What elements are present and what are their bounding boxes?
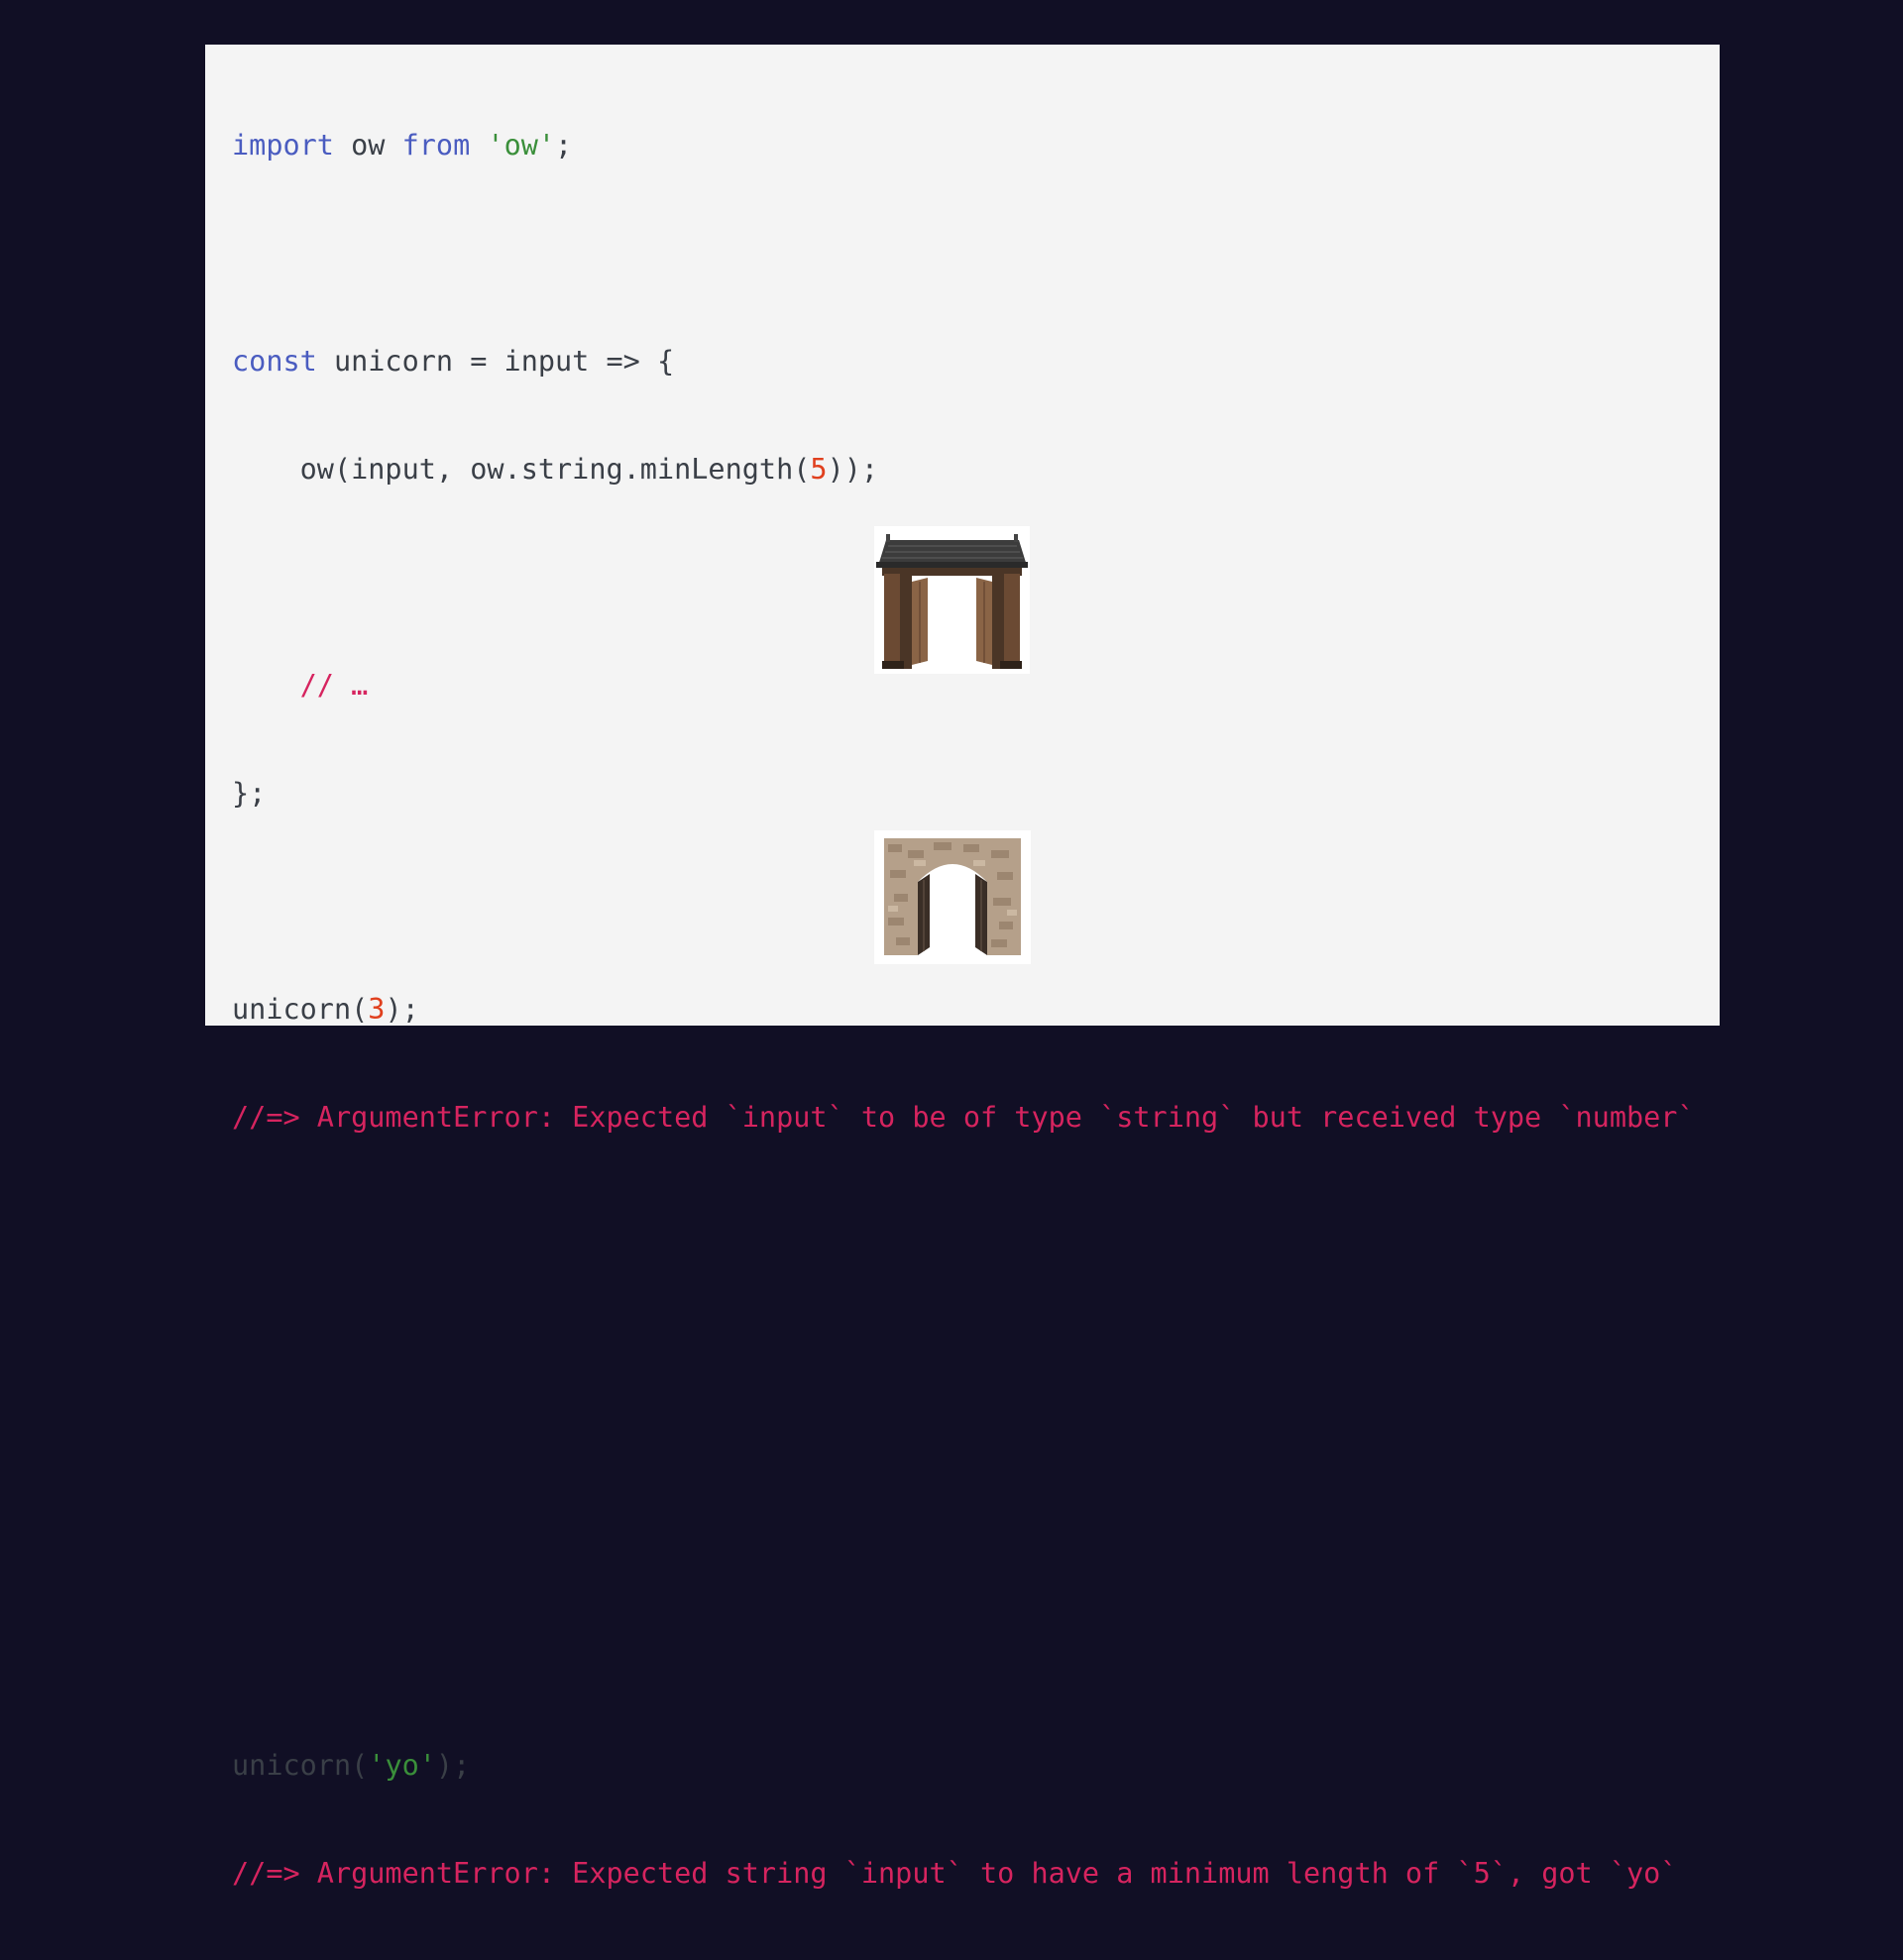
code-line-close: }; bbox=[232, 777, 267, 810]
wooden-gate-icon bbox=[874, 526, 1030, 674]
string-literal: 'yo' bbox=[368, 1749, 436, 1782]
keyword: import bbox=[232, 129, 334, 162]
code-block: import ow from 'ow'; const unicorn = inp… bbox=[232, 58, 1695, 1960]
code-text: ow bbox=[333, 129, 402, 162]
stone-gate-icon bbox=[874, 830, 1031, 964]
keyword: from bbox=[401, 129, 471, 162]
code-text: ; bbox=[555, 129, 573, 162]
string-literal: 'ow' bbox=[487, 129, 556, 162]
number-literal: 3 bbox=[368, 993, 386, 1026]
code-line-call-2: unicorn('yo'); bbox=[232, 1744, 1695, 1787]
code-text: ); bbox=[435, 1749, 471, 1782]
code-text: unicorn( bbox=[232, 993, 369, 1026]
keyword: const bbox=[232, 345, 317, 378]
slide: import ow from 'ow'; const unicorn = inp… bbox=[205, 45, 1720, 1890]
number-literal: 5 bbox=[810, 453, 828, 486]
code-text: ); bbox=[385, 993, 419, 1026]
code-line-import: import ow from 'ow'; bbox=[232, 124, 1695, 166]
code-text: unicorn( bbox=[232, 1749, 369, 1782]
code-line-const: const unicorn = input => { bbox=[232, 340, 1695, 382]
code-line-ow-call: ow(input, ow.string.minLength(5)); bbox=[232, 448, 1695, 490]
code-text: unicorn = input => { bbox=[316, 345, 675, 378]
code-text: ow(input, ow.string.minLength( bbox=[232, 453, 811, 486]
error-message-1: //=> ArgumentError: Expected `input` to … bbox=[232, 1101, 1695, 1134]
code-line-call-1: unicorn(3); bbox=[232, 988, 1695, 1031]
code-text: )); bbox=[827, 453, 879, 486]
error-message-2: //=> ArgumentError: Expected string `inp… bbox=[232, 1857, 1678, 1890]
